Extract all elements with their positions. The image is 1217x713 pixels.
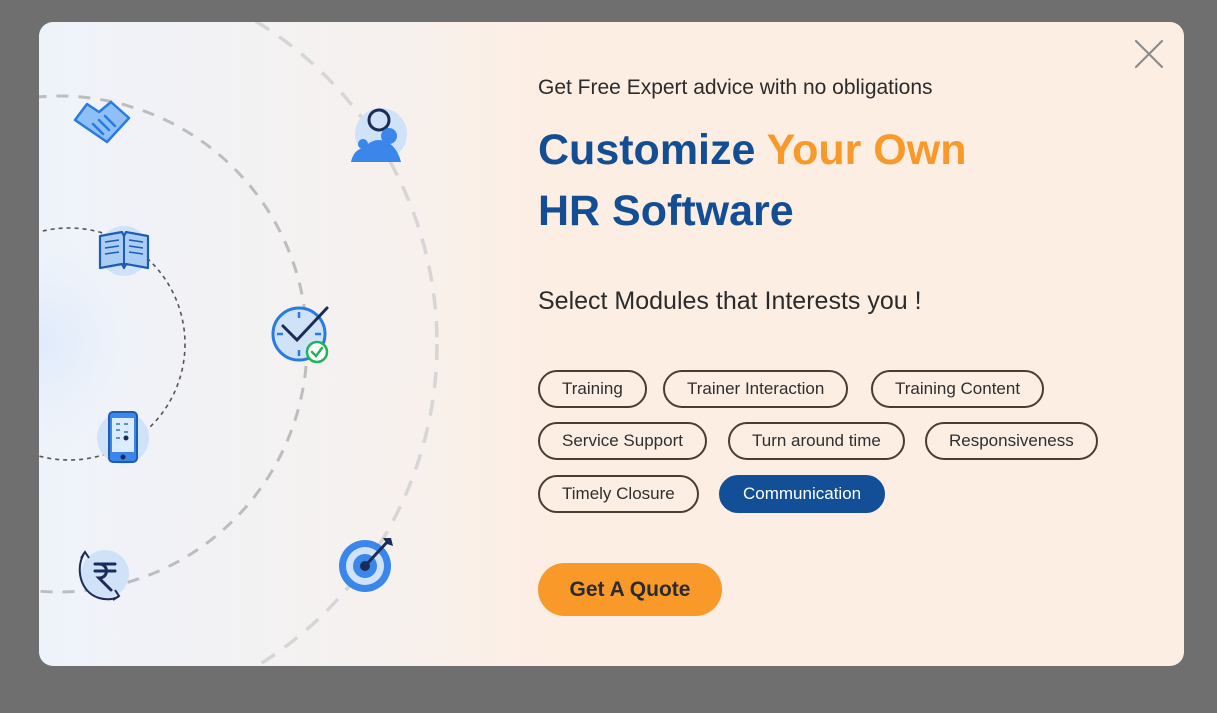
chip-turn-around-time[interactable]: Turn around time [728,422,905,460]
mobile-phone-icon [97,411,149,464]
headline-accent: Your Own [766,126,967,174]
headline-part2: HR Software [538,187,794,235]
book-icon [98,226,150,276]
modules-prompt: Select Modules that Interests you ! [538,287,922,315]
clock-check-icon [271,306,329,364]
headline-part1: Customize [538,126,767,174]
eyebrow-text: Get Free Expert advice with no obligatio… [538,76,933,99]
chip-training[interactable]: Training [538,370,647,408]
handshake-icon [73,100,131,144]
headline: Customize Your Own HR Software [538,120,966,242]
modal-content: Get Free Expert advice with no obligatio… [538,22,1158,666]
orbit-illustration [39,22,499,666]
chip-timely-closure[interactable]: Timely Closure [538,475,699,513]
chip-training-content[interactable]: Training Content [871,370,1045,408]
chip-service-support[interactable]: Service Support [538,422,707,460]
target-icon [339,538,393,592]
chip-communication[interactable]: Communication [719,475,886,513]
rupee-cycle-icon [78,550,129,601]
consultant-icon [351,108,407,162]
quote-modal: Get Free Expert advice with no obligatio… [39,22,1184,666]
chip-responsiveness[interactable]: Responsiveness [925,422,1098,460]
chip-trainer-interaction[interactable]: Trainer Interaction [663,370,849,408]
get-quote-button[interactable]: Get A Quote [538,563,722,616]
